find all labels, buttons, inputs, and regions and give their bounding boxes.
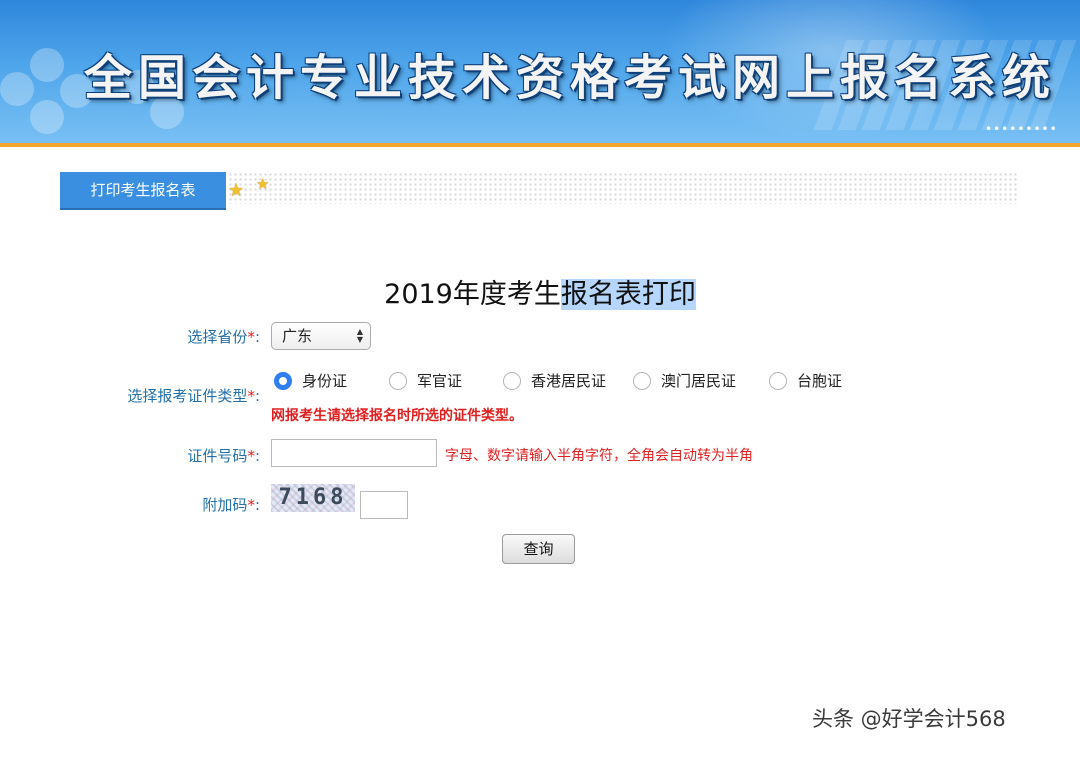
star-icon: ★ bbox=[228, 180, 245, 201]
radio-button[interactable] bbox=[503, 372, 521, 390]
decor-hexagon bbox=[30, 100, 64, 134]
id-type-label: 选择报考证件类型*: bbox=[127, 385, 260, 406]
id-number-label: 证件号码*: bbox=[187, 445, 260, 466]
radio-label[interactable]: 身份证 bbox=[302, 372, 347, 391]
captcha-label: 附加码*: bbox=[202, 494, 260, 515]
id-type-label-text: 选择报考证件类型 bbox=[127, 387, 248, 405]
radio-button[interactable] bbox=[633, 372, 651, 390]
required-mark: * bbox=[247, 387, 255, 405]
radio-label[interactable]: 军官证 bbox=[417, 372, 462, 391]
watermark: 头条 @好学会计568 bbox=[812, 707, 1006, 731]
province-label: 选择省份*: bbox=[187, 326, 260, 347]
label-colon: : bbox=[254, 328, 260, 346]
select-arrows-icon: ▲ ▼ bbox=[356, 327, 363, 344]
radio-label[interactable]: 台胞证 bbox=[797, 372, 842, 391]
tab-print-registration-form[interactable]: 打印考生报名表 bbox=[60, 172, 226, 208]
page-title-year: 2019年度考生 bbox=[384, 279, 561, 310]
required-mark: * bbox=[247, 447, 255, 465]
id-type-note: 网报考生请选择报名时所选的证件类型。 bbox=[271, 408, 523, 424]
decor-dots: ••••••••• bbox=[985, 122, 1058, 136]
decor-hexagon bbox=[30, 48, 64, 82]
star-icon: ★ bbox=[256, 175, 270, 193]
province-selected-value: 广东 bbox=[282, 327, 313, 345]
site-banner: ••••••••• 全国会计专业技术资格考试网上报名系统 bbox=[0, 0, 1080, 143]
province-label-text: 选择省份 bbox=[187, 328, 248, 346]
id-number-label-text: 证件号码 bbox=[187, 447, 248, 465]
radio-button[interactable] bbox=[769, 372, 787, 390]
required-mark: * bbox=[247, 328, 255, 346]
radio-button-checked[interactable] bbox=[274, 372, 292, 390]
id-number-input[interactable] bbox=[271, 439, 437, 467]
banner-title: 全国会计专业技术资格考试网上报名系统 bbox=[84, 50, 1057, 106]
tab-bar-dotted-strip bbox=[228, 172, 1018, 204]
label-colon: : bbox=[254, 387, 260, 405]
page-title: 2019年度考生报名表打印 bbox=[0, 272, 1080, 311]
page-title-highlighted: 报名表打印 bbox=[560, 279, 696, 310]
label-colon: : bbox=[254, 496, 260, 514]
captcha-input[interactable] bbox=[360, 491, 408, 519]
tab-bar: 打印考生报名表 ★ ★ bbox=[60, 172, 1018, 208]
label-colon: : bbox=[254, 447, 260, 465]
radio-label[interactable]: 香港居民证 bbox=[531, 372, 606, 391]
id-number-hint: 字母、数字请输入半角字符，全角会自动转为半角 bbox=[445, 448, 753, 464]
radio-button[interactable] bbox=[389, 372, 407, 390]
captcha-label-text: 附加码 bbox=[202, 496, 248, 514]
province-select[interactable]: 广东 ▲ ▼ bbox=[271, 322, 371, 350]
query-button[interactable]: 查询 bbox=[502, 534, 575, 564]
required-mark: * bbox=[247, 496, 255, 514]
banner-divider bbox=[0, 143, 1080, 147]
radio-label[interactable]: 澳门居民证 bbox=[661, 372, 736, 391]
decor-hexagon bbox=[0, 72, 34, 106]
captcha-image[interactable]: 7168 bbox=[271, 484, 355, 512]
